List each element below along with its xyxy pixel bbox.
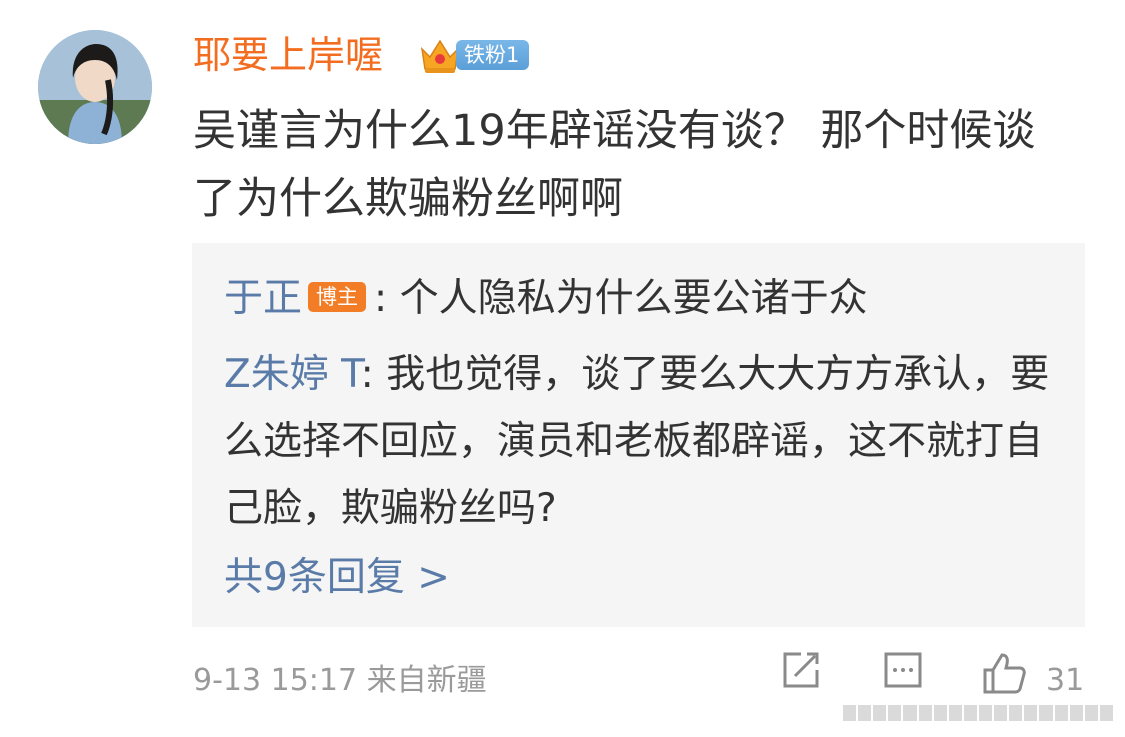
comment-icon <box>884 652 922 688</box>
watermark-bar <box>843 705 1113 721</box>
reply-box[interactable]: 于正 博主: 个人隐私为什么要公诸于众 Z朱婷 T: 我也觉得，谈了要么大大方方承… <box>192 243 1085 627</box>
fan-badge[interactable]: 铁粉1 <box>418 33 530 77</box>
reply-item[interactable]: 于正 博主: 个人隐私为什么要公诸于众 <box>224 265 1064 332</box>
reply-author[interactable]: Z朱婷 T <box>224 352 361 397</box>
avatar[interactable] <box>38 30 152 144</box>
comment-meta: 9-13 15:17 来自新疆 <box>193 663 487 698</box>
reply-text: 个人隐私为什么要公诸于众 <box>399 276 868 321</box>
edit-button[interactable] <box>781 650 821 694</box>
like-count: 31 <box>1046 663 1085 698</box>
fan-badge-label: 铁粉1 <box>456 40 530 70</box>
edit-icon <box>783 652 819 688</box>
blogger-badge: 博主 <box>308 281 367 312</box>
like-icon <box>983 653 1026 694</box>
reply-count-link[interactable]: 共9条回复 > <box>224 548 450 608</box>
comment-text: 吴谨言为什么19年辟谣没有谈？ 那个时候谈了为什么欺骗粉丝啊啊 <box>193 106 1036 224</box>
comment-button[interactable] <box>883 650 923 694</box>
reply-item[interactable]: Z朱婷 T: 我也觉得，谈了要么大大方方承认，要么选择不回应，演员和老板都辟谣，… <box>224 341 1064 542</box>
reply-author[interactable]: 于正 <box>224 276 302 321</box>
avatar-image <box>38 30 152 144</box>
reply-separator: : <box>360 352 387 397</box>
comment-username[interactable]: 耶要上岸喔 <box>193 30 383 80</box>
reply-separator: : <box>374 276 400 321</box>
like-button[interactable] <box>982 650 1028 700</box>
